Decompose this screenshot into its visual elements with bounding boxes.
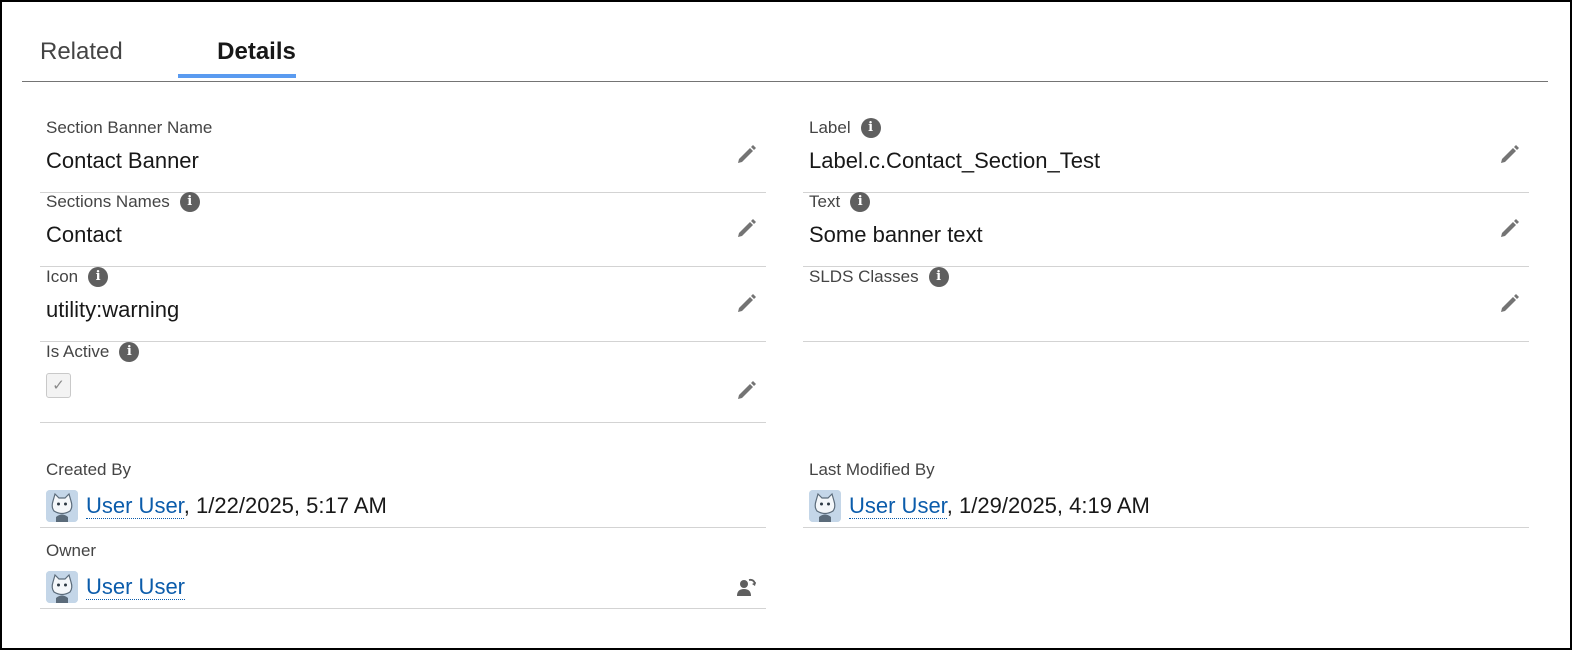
field-label: Sections Names	[46, 192, 170, 211]
last-modified-date: 1/29/2025, 4:19 AM	[959, 493, 1150, 518]
field-value: Contact Banner	[46, 148, 199, 173]
pencil-icon[interactable]	[736, 292, 758, 314]
field-value: Some banner text	[809, 222, 983, 247]
active-tab-indicator	[178, 74, 296, 78]
field-value: Contact	[46, 222, 122, 247]
pencil-icon[interactable]	[1499, 292, 1521, 314]
field-is-active: Is Active i ✓	[40, 341, 766, 423]
tab-related[interactable]: Related	[40, 36, 123, 80]
field-last-modified-by: Last Modified By User User, 1/29/2025, 4…	[803, 447, 1529, 528]
field-value: Label.c.Contact_Section_Test	[809, 148, 1101, 173]
user-avatar-icon	[809, 490, 841, 522]
field-owner: Owner User User	[40, 528, 766, 609]
pencil-icon[interactable]	[736, 143, 758, 165]
field-text: Text i Some banner text	[803, 191, 1529, 267]
field-label: Text	[809, 192, 841, 211]
pencil-icon[interactable]	[1499, 217, 1521, 239]
separator: ,	[183, 493, 190, 518]
field-sections-names: Sections Names i Contact	[40, 191, 766, 267]
field-label: Created By	[46, 460, 132, 479]
field-icon: Icon i utility:warning	[40, 266, 766, 342]
field-label: Label	[809, 118, 851, 137]
field-slds-classes: SLDS Classes i	[803, 266, 1529, 342]
field-label: Icon	[46, 267, 79, 286]
info-icon[interactable]: i	[119, 342, 140, 362]
info-icon[interactable]: i	[860, 118, 881, 138]
user-avatar-icon	[46, 490, 78, 522]
created-date: 1/22/2025, 5:17 AM	[196, 493, 387, 518]
field-label: Last Modified By	[809, 460, 935, 479]
last-modified-user-link[interactable]: User User	[849, 493, 947, 519]
pencil-icon[interactable]	[736, 379, 758, 401]
field-label: SLDS Classes	[809, 267, 919, 286]
field-created-by: Created By User User, 1/22/2025, 5:17 AM	[40, 447, 766, 528]
field-label: Section Banner Name	[46, 118, 213, 137]
info-icon[interactable]: i	[850, 192, 871, 212]
user-avatar-icon	[46, 571, 78, 603]
pencil-icon[interactable]	[736, 217, 758, 239]
change-owner-icon[interactable]	[736, 576, 758, 598]
owner-user-link[interactable]: User User	[86, 574, 186, 600]
info-icon[interactable]: i	[179, 192, 200, 212]
field-label: Label i Label.c.Contact_Section_Test	[803, 117, 1529, 193]
tab-bar: Related Details	[22, 28, 1548, 82]
field-section-banner-name: Section Banner Name Contact Banner	[40, 117, 766, 193]
info-icon[interactable]: i	[928, 267, 949, 287]
is-active-checkbox: ✓	[46, 373, 71, 398]
field-label: Owner	[46, 541, 97, 560]
field-label: Is Active	[46, 342, 110, 361]
field-value: utility:warning	[46, 297, 180, 322]
pencil-icon[interactable]	[1499, 143, 1521, 165]
separator: ,	[946, 493, 953, 518]
created-by-user-link[interactable]: User User	[86, 493, 184, 519]
record-detail-panel: Related Details Section Banner Name Cont…	[0, 0, 1572, 650]
info-icon[interactable]: i	[88, 267, 109, 287]
